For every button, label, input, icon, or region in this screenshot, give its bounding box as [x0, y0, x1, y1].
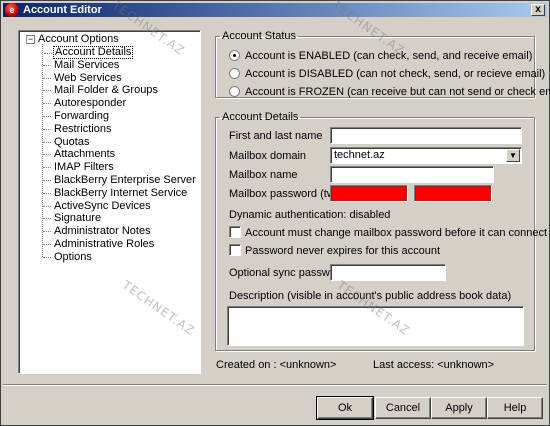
- first-last-name-input[interactable]: [330, 127, 522, 144]
- sync-password-input[interactable]: [330, 264, 446, 281]
- radio-enabled-indicator[interactable]: [229, 50, 240, 61]
- first-last-name-label: First and last name: [229, 130, 323, 142]
- radio-frozen-label: Account is FROZEN (can receive but can n…: [245, 86, 550, 98]
- last-access-text: Last access: <unknown>: [373, 359, 495, 371]
- mailbox-name-input[interactable]: [330, 166, 494, 183]
- radio-disabled[interactable]: Account is DISABLED (can not check, send…: [229, 67, 545, 81]
- collapse-icon[interactable]: −: [26, 35, 35, 44]
- tree-item-imap-filters[interactable]: IMAP Filters: [43, 161, 115, 174]
- radio-frozen-indicator[interactable]: [229, 86, 240, 97]
- close-button[interactable]: x: [531, 4, 545, 16]
- chevron-down-icon[interactable]: ▼: [506, 149, 520, 162]
- must-change-password-label: Account must change mailbox password bef…: [245, 227, 548, 239]
- options-tree[interactable]: − Account Options Account Details Mail Se…: [18, 30, 201, 374]
- cancel-button[interactable]: Cancel: [375, 397, 431, 419]
- tree-item-restrictions[interactable]: Restrictions: [42, 123, 112, 136]
- ok-button[interactable]: Ok: [316, 396, 374, 420]
- tree-item-administrative-roles[interactable]: Administrative Roles: [42, 238, 155, 251]
- tree-item-administrator-notes[interactable]: Administrator Notes: [43, 225, 152, 238]
- radio-enabled[interactable]: Account is ENABLED (can check, send, and…: [229, 49, 532, 63]
- tree-root-account-options[interactable]: Account Options: [38, 33, 119, 45]
- tree-item-attachments[interactable]: Attachments: [42, 148, 116, 161]
- mailbox-name-label: Mailbox name: [229, 169, 298, 181]
- never-expires-label: Password never expires for this account: [245, 245, 441, 257]
- tree-item-signature[interactable]: Signature: [42, 212, 102, 225]
- tree-item-forwarding[interactable]: Forwarding: [42, 110, 110, 123]
- radio-disabled-indicator[interactable]: [229, 68, 240, 79]
- tree-item-mail-services[interactable]: Mail Services: [42, 59, 120, 72]
- description-textarea[interactable]: [227, 306, 524, 346]
- account-status-group: Account Status Account is ENABLED (can c…: [215, 30, 550, 98]
- must-change-password-checkbox[interactable]: Account must change mailbox password bef…: [229, 226, 547, 240]
- dynamic-auth-text: Dynamic authentication: disabled: [229, 209, 391, 221]
- radio-frozen[interactable]: Account is FROZEN (can receive but can n…: [229, 85, 550, 99]
- account-details-group: Account Details First and last name Mail…: [215, 111, 547, 351]
- footer-divider: [3, 384, 547, 386]
- account-details-legend: Account Details: [222, 111, 299, 123]
- sync-password-label: Optional sync password: [229, 267, 346, 279]
- radio-enabled-label: Account is ENABLED (can check, send, and…: [245, 50, 533, 62]
- mailbox-domain-value: technet.az: [334, 149, 385, 161]
- mailbox-domain-label: Mailbox domain: [229, 150, 307, 162]
- tree-connector: [42, 44, 43, 257]
- tree-item-blackberry-internet-service[interactable]: BlackBerry Internet Service: [42, 187, 188, 200]
- tree-item-mail-folder-groups[interactable]: Mail Folder & Groups: [43, 84, 159, 97]
- password-input[interactable]: [330, 185, 408, 202]
- tree-item-quotas[interactable]: Quotas: [42, 136, 90, 149]
- tree-item-activesync-devices[interactable]: ActiveSync Devices: [43, 200, 152, 213]
- never-expires-checkbox[interactable]: Password never expires for this account: [229, 244, 440, 258]
- tree-item-blackberry-enterprise-server[interactable]: BlackBerry Enterprise Server: [43, 174, 197, 187]
- window-title: Account Editor: [23, 4, 102, 16]
- password-confirm-input[interactable]: [414, 185, 492, 202]
- radio-disabled-label: Account is DISABLED (can not check, send…: [245, 68, 546, 80]
- tree-item-autoresponder[interactable]: Autoresponder: [42, 97, 127, 110]
- account-editor-window: e Account Editor x − Account Options Acc…: [0, 0, 550, 426]
- description-label: Description (visible in account's public…: [229, 290, 512, 302]
- app-logo-icon: e: [5, 3, 19, 17]
- help-button[interactable]: Help: [487, 397, 543, 419]
- apply-button[interactable]: Apply: [431, 397, 487, 419]
- must-change-password-box[interactable]: [229, 226, 241, 238]
- tree-item-web-services[interactable]: Web Services: [43, 72, 123, 85]
- created-on-text: Created on : <unknown>: [216, 359, 337, 371]
- never-expires-box[interactable]: [229, 244, 241, 256]
- tree-item-account-details[interactable]: Account Details: [43, 46, 134, 59]
- mailbox-domain-select[interactable]: technet.az ▼: [330, 147, 522, 164]
- tree-item-options[interactable]: Options: [43, 251, 93, 264]
- title-bar[interactable]: e Account Editor x: [3, 3, 547, 17]
- account-status-legend: Account Status: [222, 30, 296, 42]
